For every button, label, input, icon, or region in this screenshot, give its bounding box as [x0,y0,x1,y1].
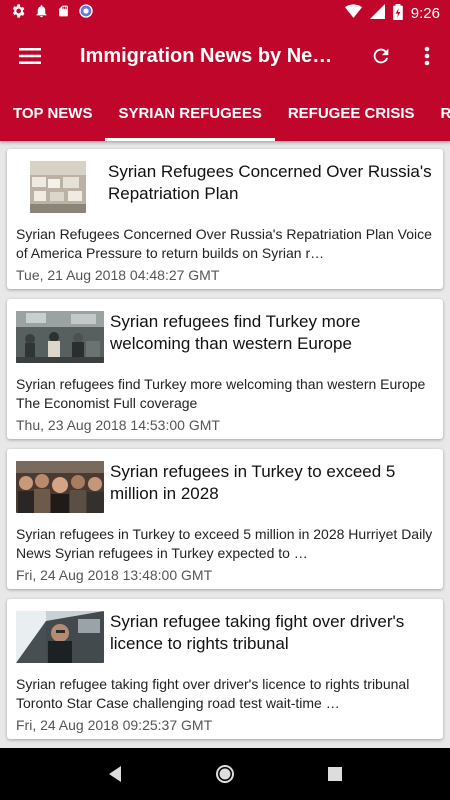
recents-icon[interactable] [315,754,355,794]
wifi-icon [344,4,362,23]
news-card[interactable]: Syrian refugee taking fight over driver'… [7,599,443,739]
app-title: Immigration News by Ne… [80,44,333,67]
system-nav-bar [0,748,450,800]
signal-icon [369,4,385,23]
status-bar: 9:26 [0,0,450,27]
tab-syrian-refugees[interactable]: SYRIAN REFUGEES [105,85,276,141]
news-description: Syrian refugees find Turkey more welcomi… [16,376,426,411]
sd-card-icon [57,3,70,24]
news-description: Syrian Refugees Concerned Over Russia's … [16,226,432,261]
news-date: Fri, 24 Aug 2018 13:48:00 GMT [16,567,213,583]
tab-bar: TOP NEWS SYRIAN REFUGEES REFUGEE CRISIS … [0,85,450,141]
news-card[interactable]: Syrian refugees find Turkey more welcomi… [7,299,443,439]
news-thumbnail [16,611,104,663]
tab-refugee-crisis[interactable]: REFUGEE CRISIS [275,85,428,141]
news-date: Thu, 23 Aug 2018 14:53:00 GMT [16,417,220,433]
tab-top-news[interactable]: TOP NEWS [0,85,105,141]
app-bar: Immigration News by Ne… [0,27,450,85]
news-card[interactable]: Syrian Refugees Concerned Over Russia's … [7,149,443,289]
settings-icon [10,3,26,24]
news-description: Syrian refugee taking fight over driver'… [16,676,410,711]
notification-icon [34,3,49,24]
news-date: Fri, 24 Aug 2018 09:25:37 GMT [16,717,213,733]
refresh-icon[interactable] [358,27,404,85]
news-description: Syrian refugees in Turkey to exceed 5 mi… [16,526,433,561]
news-card[interactable]: Syrian refugees in Turkey to exceed 5 mi… [7,449,443,589]
more-vert-icon[interactable] [404,27,450,85]
news-thumbnail [16,311,104,363]
news-title: Syrian Refugees Concerned Over Russia's … [108,162,432,203]
news-thumbnail [16,461,104,513]
menu-icon[interactable] [0,27,60,85]
tab-refugees-partial[interactable]: REFU [428,85,450,141]
news-date: Tue, 21 Aug 2018 04:48:27 GMT [16,267,220,283]
news-title: Syrian refugee taking fight over driver'… [110,612,405,653]
battery-icon [392,3,403,24]
home-icon[interactable] [205,754,245,794]
news-title: Syrian refugees in Turkey to exceed 5 mi… [110,462,396,503]
back-icon[interactable] [95,754,135,794]
news-feed[interactable]: Syrian Refugees Concerned Over Russia's … [0,141,450,748]
status-time: 9:26 [410,5,440,22]
sync-icon [78,3,94,24]
news-thumbnail [30,161,86,213]
news-title: Syrian refugees find Turkey more welcomi… [110,312,361,353]
